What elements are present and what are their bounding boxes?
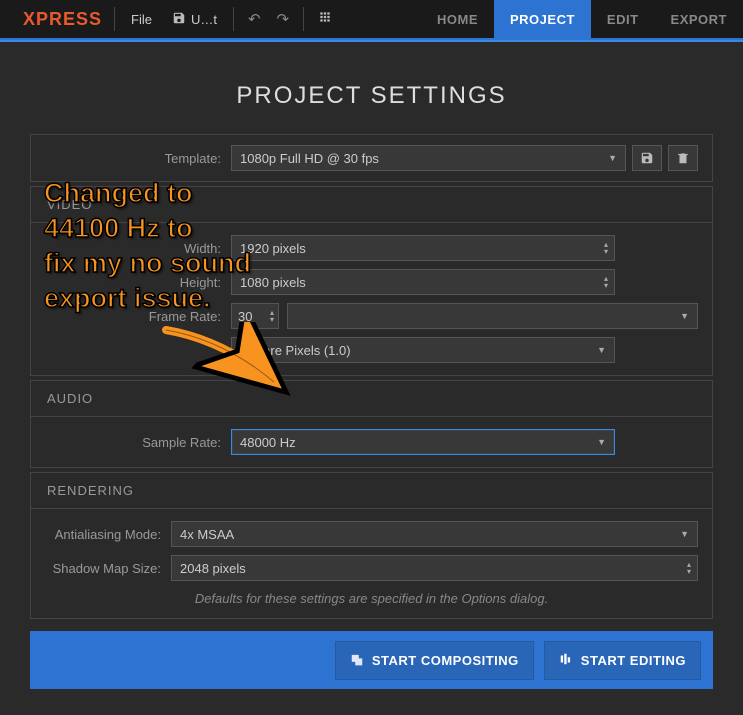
action-bar: START COMPOSITING START EDITING <box>30 631 713 689</box>
menu-file[interactable]: File <box>121 12 162 27</box>
samplerate-value: 48000 Hz <box>240 435 296 450</box>
start-compositing-label: START COMPOSITING <box>372 653 519 668</box>
rendering-header: RENDERING <box>31 473 712 509</box>
aspect-dropdown[interactable]: Square Pixels (1.0) ▼ <box>231 337 615 363</box>
chevron-down-icon: ▾ <box>270 316 274 323</box>
template-panel: Template: 1080p Full HD @ 30 fps ▼ <box>30 134 713 182</box>
start-compositing-button[interactable]: START COMPOSITING <box>335 641 534 680</box>
shadow-label: Shadow Map Size: <box>45 561 171 576</box>
width-value: 1920 pixels <box>240 241 306 256</box>
template-label: Template: <box>45 151 231 166</box>
height-label: Height: <box>45 275 231 290</box>
chevron-down-icon: ▾ <box>687 568 691 575</box>
delete-template-button[interactable] <box>668 145 698 171</box>
audio-section: AUDIO Sample Rate: 48000 Hz ▼ <box>30 380 713 468</box>
aa-value: 4x MSAA <box>180 527 234 542</box>
framerate-input[interactable]: 30 ▴▾ <box>231 303 279 329</box>
audio-header: AUDIO <box>31 381 712 417</box>
start-editing-label: START EDITING <box>581 653 686 668</box>
shadow-input[interactable]: 2048 pixels ▴▾ <box>171 555 698 581</box>
video-section: VIDEO Width: 1920 pixels ▴▾ Height: 1080… <box>30 186 713 376</box>
content: PROJECT SETTINGS Template: 1080p Full HD… <box>0 42 743 619</box>
divider <box>114 7 115 31</box>
page-title: PROJECT SETTINGS <box>30 82 713 110</box>
chevron-down-icon: ▼ <box>608 153 617 163</box>
chevron-down-icon: ▼ <box>680 311 689 321</box>
video-header: VIDEO <box>31 187 712 223</box>
tab-export[interactable]: EXPORT <box>655 0 743 38</box>
tab-edit[interactable]: EDIT <box>591 0 655 38</box>
framerate-value: 30 <box>238 309 252 324</box>
undo-button[interactable]: ↶ <box>240 10 269 28</box>
width-input[interactable]: 1920 pixels ▴▾ <box>231 235 615 261</box>
aa-label: Antialiasing Mode: <box>45 527 171 542</box>
chevron-down-icon: ▾ <box>604 282 608 289</box>
aa-dropdown[interactable]: 4x MSAA ▼ <box>171 521 698 547</box>
height-value: 1080 pixels <box>240 275 306 290</box>
rendering-section: RENDERING Antialiasing Mode: 4x MSAA ▼ S… <box>30 472 713 619</box>
app-logo: XPRESS <box>0 9 108 30</box>
chevron-down-icon: ▼ <box>680 529 689 539</box>
chevron-down-icon: ▾ <box>604 248 608 255</box>
topbar: XPRESS File U…t ↶ ↷ HOME PROJECT EDIT EX… <box>0 0 743 40</box>
menu-save[interactable]: U…t <box>162 11 227 28</box>
save-template-button[interactable] <box>632 145 662 171</box>
save-icon <box>172 11 186 28</box>
samplerate-dropdown[interactable]: 48000 Hz ▼ <box>231 429 615 455</box>
tab-home[interactable]: HOME <box>421 0 494 38</box>
chevron-down-icon: ▼ <box>597 437 606 447</box>
template-dropdown[interactable]: 1080p Full HD @ 30 fps ▼ <box>231 145 626 171</box>
editing-icon <box>559 652 573 669</box>
main-tabs: HOME PROJECT EDIT EXPORT <box>421 0 743 38</box>
framerate-dropdown[interactable]: ▼ <box>287 303 698 329</box>
divider <box>233 7 234 31</box>
chevron-down-icon: ▼ <box>597 345 606 355</box>
template-value: 1080p Full HD @ 30 fps <box>240 151 379 166</box>
start-editing-button[interactable]: START EDITING <box>544 641 701 680</box>
framerate-label: Frame Rate: <box>45 309 231 324</box>
width-label: Width: <box>45 241 231 256</box>
height-input[interactable]: 1080 pixels ▴▾ <box>231 269 615 295</box>
defaults-note: Defaults for these settings are specifie… <box>45 591 698 606</box>
divider <box>303 7 304 31</box>
samplerate-label: Sample Rate: <box>45 435 231 450</box>
redo-button[interactable]: ↷ <box>269 10 298 28</box>
menu-save-label: U…t <box>191 12 217 27</box>
aspect-value: Square Pixels (1.0) <box>240 343 351 358</box>
tab-project[interactable]: PROJECT <box>494 0 591 38</box>
compositing-icon <box>350 652 364 669</box>
grid-icon[interactable] <box>310 10 340 28</box>
shadow-value: 2048 pixels <box>180 561 246 576</box>
